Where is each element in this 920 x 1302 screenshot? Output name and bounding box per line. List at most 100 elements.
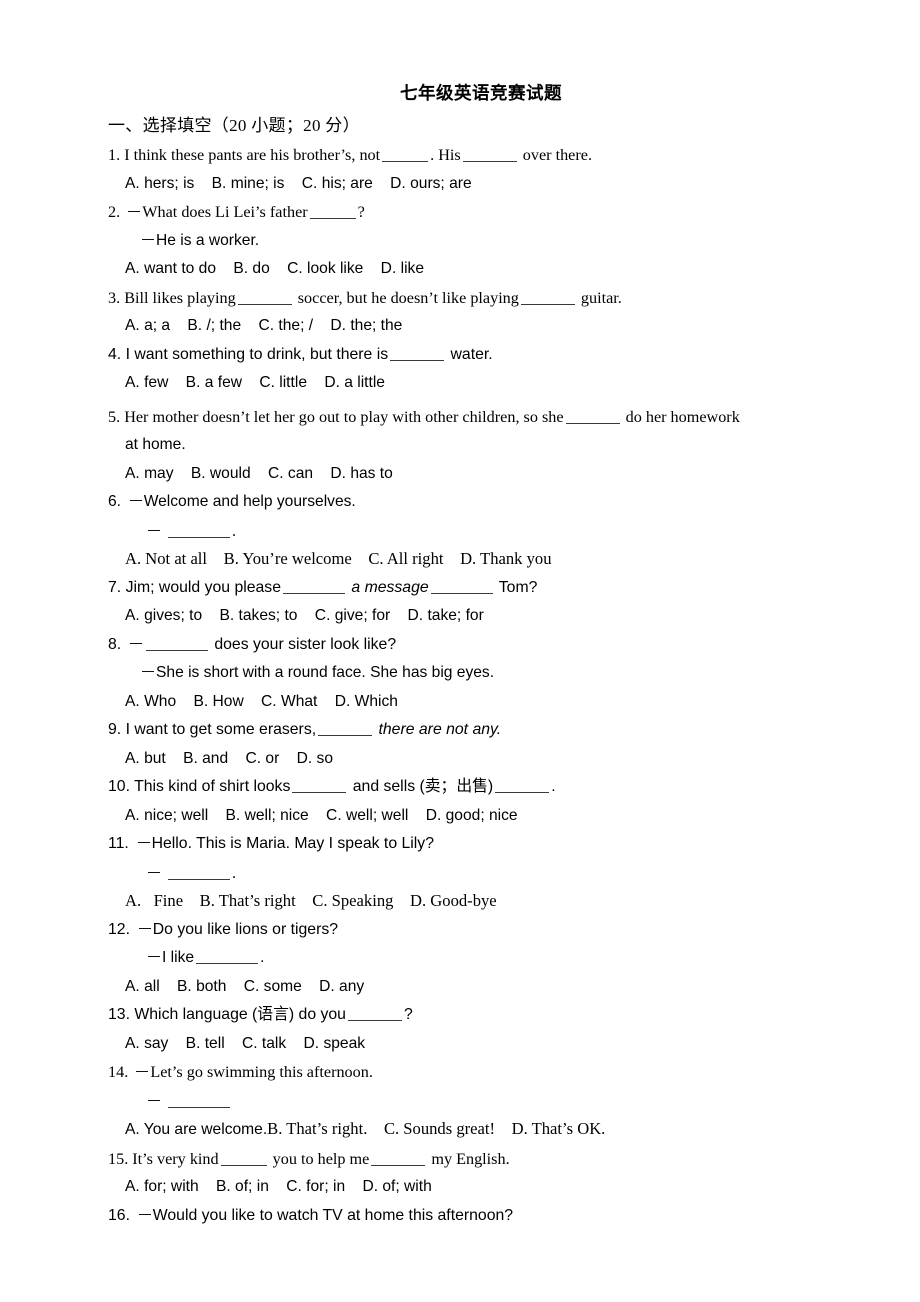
question-1-options[interactable]: A. hers; is B. mine; is C. his; are D. o… [108,170,824,199]
question-4-stem-post: water. [450,345,493,363]
question-14-options-rest[interactable]: B. That’s right. C. Sounds great! D. Tha… [267,1119,605,1138]
question-16-prompt: Would you like to watch TV at home this … [152,1206,514,1224]
blank[interactable] [168,521,231,538]
question-15-options[interactable]: A. for; with B. of; in C. for; in D. of;… [108,1173,824,1202]
blank[interactable] [283,578,345,594]
question-13-number: 13. [108,1006,130,1023]
question-3-options[interactable]: A. a; a B. /; the C. the; / D. the; the [108,312,824,341]
question-2: 2. What does Li Lei’s father? He is a wo… [108,198,824,284]
question-14-reply [108,1087,824,1116]
question-2-prompt-post: ? [357,203,365,221]
blank[interactable] [390,345,445,361]
question-12-reply: I like. [108,944,824,973]
question-11-options[interactable]: A. Fine B. That’s right C. Speaking D. G… [108,887,824,916]
question-10-stem-mid: and sells (卖；出售) [352,778,494,795]
question-7-stem-post: Tom? [498,578,538,596]
question-10-options[interactable]: A. nice; well B. well; nice C. well; wel… [108,802,824,831]
question-6-prompt: Welcome and help yourselves. [143,493,356,510]
blank[interactable] [309,203,356,219]
question-8-reply-text: She is short with a round face. She has … [156,664,495,681]
question-8: 8. does your sister look like? She is sh… [108,631,824,717]
exam-paper-page: 七年级英语竞赛试题 一、选择填空（20 小题；20 分） 1. I think … [0,0,920,1302]
question-1-stem-post: over there. [522,146,592,164]
document-body: 七年级英语竞赛试题 一、选择填空（20 小题；20 分） 1. I think … [108,80,824,1230]
blank[interactable] [220,1149,267,1166]
page-title: 七年级英语竞赛试题 [400,83,562,103]
question-12-options[interactable]: A. all B. both C. some D. any [108,973,824,1002]
question-12-prompt: Do you like lions or tigers? [152,920,339,938]
dialogue-dash-icon [148,956,160,957]
question-4-options[interactable]: A. few B. a few C. little D. a little [108,369,824,398]
blank[interactable] [347,1005,402,1021]
blank[interactable] [565,407,620,424]
question-3-number: 3. [108,288,121,307]
question-6-options[interactable]: A. Not at all B. You’re welcome C. All r… [108,545,824,574]
blank[interactable] [237,288,292,305]
dialogue-dash-icon [138,927,151,929]
question-14-number: 14. [108,1063,129,1081]
question-5-stem: 5. Her mother doesn’t let her go out to … [108,403,824,432]
dialogue-dash-icon [129,500,142,501]
dialogue-dash-icon [142,671,154,672]
question-1-stem-mid: . His [430,146,461,164]
question-7-stem: 7. Jim; would you please a message Tom? [108,574,824,603]
dialogue-dash-icon [142,238,154,240]
question-13-options[interactable]: A. say B. tell C. talk D. speak [108,1030,824,1059]
question-9-number: 9. [108,721,122,738]
question-2-options[interactable]: A. want to do B. do C. look like D. like [108,255,824,284]
question-6-number: 6. [108,493,122,510]
blank[interactable] [382,146,429,162]
question-13: 13. Which language (语言) do you? A. say B… [108,1001,824,1058]
blank[interactable] [145,635,208,651]
blank[interactable] [462,146,517,162]
blank[interactable] [292,777,347,793]
blank[interactable] [168,863,231,880]
question-15-stem-post: my English. [431,1149,510,1168]
blank[interactable] [318,720,373,736]
question-15-stem: 15. It’s very kind you to help me my Eng… [108,1145,824,1174]
question-7: 7. Jim; would you please a message Tom? … [108,574,824,631]
question-9-stem-post: there are not any. [378,721,502,738]
question-8-stem-post: does your sister look like? [214,635,397,653]
dialogue-dash-icon [137,842,150,843]
blank[interactable] [430,578,493,594]
blank[interactable] [371,1149,426,1166]
question-10: 10. This kind of shirt looks and sells (… [108,773,824,830]
dialogue-dash-icon [129,642,142,644]
blank[interactable] [196,948,259,964]
blank[interactable] [495,777,550,793]
question-14-option-a[interactable]: A. You are welcome. [125,1121,267,1138]
question-11-prompt: Hello. This is Maria. May I speak to Lil… [151,835,434,852]
blank[interactable] [168,1091,231,1108]
question-2-reply-text: He is a worker. [156,231,260,249]
dialogue-dash-icon [136,1071,149,1072]
dialogue-dash-icon [148,529,160,531]
question-7-stem-mid: a message [351,578,429,596]
question-12: 12. Do you like lions or tigers? I like.… [108,916,824,1002]
question-2-number: 2. [108,203,121,221]
question-2-stem: 2. What does Li Lei’s father? [108,198,824,227]
question-9: 9. I want to get some erasers, there are… [108,716,824,773]
question-13-stem-post: ? [403,1006,413,1023]
question-10-stem: 10. This kind of shirt looks and sells (… [108,773,824,802]
question-6-reply: . [108,517,824,546]
question-4: 4. I want something to drink, but there … [108,341,824,398]
question-7-options[interactable]: A. gives; to B. takes; to C. give; for D… [108,602,824,631]
question-12-reply-post: . [260,949,265,966]
question-1-stem: 1. I think these pants are his brother’s… [108,141,824,170]
question-12-number: 12. [108,920,130,938]
question-9-options[interactable]: A. but B. and C. or D. so [108,745,824,774]
question-5-stem-pre: Her mother doesn’t let her go out to pla… [124,407,564,426]
dialogue-dash-icon [148,871,160,873]
question-1-number: 1. [108,146,121,164]
question-8-options[interactable]: A. Who B. How C. What D. Which [108,688,824,717]
question-3-stem-pre: Bill likes playing [124,288,236,307]
question-14-options[interactable]: A. You are welcome.B. That’s right. C. S… [108,1115,824,1145]
dialogue-dash-icon [138,1213,151,1215]
question-16: 16. Would you like to watch TV at home t… [108,1202,824,1231]
question-6-reply-post: . [232,521,237,540]
question-5-options[interactable]: A. may B. would C. can D. has to [108,460,824,489]
question-15-stem-pre: It’s very kind [132,1149,219,1168]
question-6: 6. Welcome and help yourselves. . A. Not… [108,488,824,574]
blank[interactable] [520,288,575,305]
